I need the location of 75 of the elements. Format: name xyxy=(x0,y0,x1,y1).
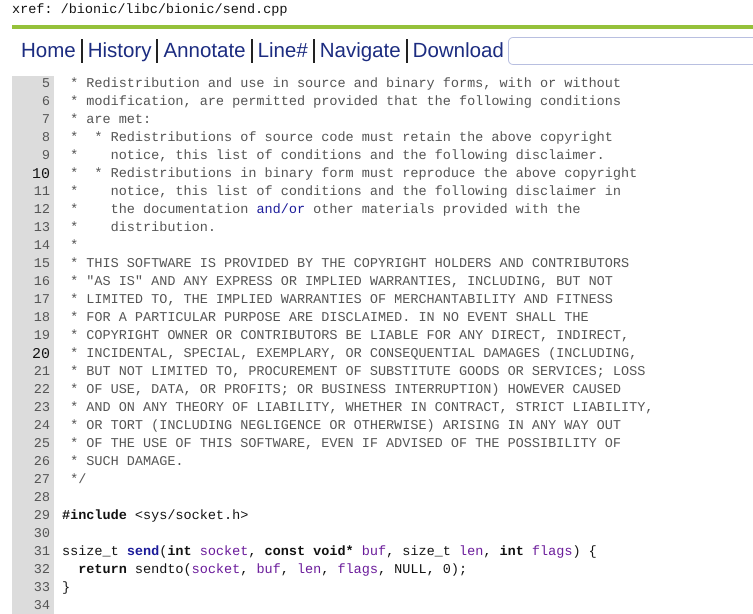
line-number: 10 xyxy=(12,166,54,184)
code-line: * the documentation and/or other materials provided with the xyxy=(69,202,580,220)
identifier-link[interactable]: and/or xyxy=(256,203,306,218)
line-number: 27 xyxy=(12,472,54,490)
function-link[interactable]: send xyxy=(126,545,160,560)
line-number: 7 xyxy=(12,112,54,130)
nav-link[interactable]: Home xyxy=(21,39,76,63)
code-line: * FOR A PARTICULAR PURPOSE ARE DISCLAIMED. IN NO EVENT SHALL THE xyxy=(69,310,589,328)
identifier-link[interactable]: buf xyxy=(256,563,281,578)
code-line: #include <sys/socket.h> xyxy=(61,508,248,526)
line-number: 8 xyxy=(12,130,54,148)
line-number: 32 xyxy=(12,562,54,580)
identifier-link[interactable]: len xyxy=(296,563,322,578)
line-number: 5 xyxy=(12,76,54,94)
line-number: 16 xyxy=(12,274,54,292)
line-number: 28 xyxy=(12,490,54,508)
nav-link[interactable]: Navigate xyxy=(320,39,401,63)
code-line: */ xyxy=(69,472,86,490)
code-line: * * Redistributions in binary form must reproduce the above copyright xyxy=(69,166,638,184)
line-number: 26 xyxy=(12,454,54,472)
code-line: } xyxy=(61,580,70,598)
line-number: 18 xyxy=(12,310,54,328)
nav-link[interactable]: Line# xyxy=(258,39,308,63)
code-line: * xyxy=(69,238,78,256)
code-line: * LIMITED TO, THE IMPLIED WARRANTIES OF MERCHANTABILITY AND FITNESS xyxy=(69,292,613,310)
line-number: 12 xyxy=(12,202,54,220)
code-line: ssize_t send(int socket, const void* buf, size_t len, int flags) { xyxy=(61,544,597,562)
line-number: 24 xyxy=(12,418,54,436)
line-number: 23 xyxy=(12,400,54,418)
code-line: * "AS IS" AND ANY EXPRESS OR IMPLIED WARRANTIES, INCLUDING, BUT NOT xyxy=(69,274,613,292)
code-line: * * Redistributions of source code must retain the above copyright xyxy=(69,130,613,148)
line-number: 31 xyxy=(12,544,54,562)
code-line: * AND ON ANY THEORY OF LIABILITY, WHETHER IN CONTRACT, STRICT LIABILITY, xyxy=(69,400,654,418)
code-line: * SUCH DAMAGE. xyxy=(69,454,184,472)
code-line: * COPYRIGHT OWNER OR CONTRIBUTORS BE LIABLE FOR ANY DIRECT, INDIRECT, xyxy=(69,328,630,346)
line-number: 21 xyxy=(12,364,54,382)
identifier-link[interactable]: socket xyxy=(192,563,240,578)
line-number: 33 xyxy=(12,580,54,598)
identifier-link[interactable]: flags xyxy=(337,563,378,578)
line-number: 25 xyxy=(12,436,54,454)
line-number: 22 xyxy=(12,382,54,400)
line-number: 9 xyxy=(12,148,54,166)
identifier-link[interactable]: buf xyxy=(362,545,386,560)
code-line: * distribution. xyxy=(69,220,216,238)
identifier-link[interactable]: socket xyxy=(200,545,248,560)
nav-link[interactable]: Download xyxy=(412,39,504,63)
code-line: * OF THE USE OF THIS SOFTWARE, EVEN IF ADVISED OF THE POSSIBILITY OF xyxy=(69,436,621,454)
line-number: 17 xyxy=(12,292,54,310)
line-number: 19 xyxy=(12,328,54,346)
search-field[interactable] xyxy=(508,37,753,65)
code-line: * OF USE, DATA, OR PROFITS; OR BUSINESS INTERRUPTION) HOWEVER CAUSED xyxy=(69,382,621,400)
code-line: * notice, this list of conditions and the following disclaimer. xyxy=(69,148,605,166)
line-number: 30 xyxy=(12,526,54,544)
code-line: * notice, this list of conditions and the following disclaimer in xyxy=(69,184,621,202)
line-number: 34 xyxy=(12,598,54,614)
line-number: 6 xyxy=(12,94,54,112)
nav-link[interactable]: History xyxy=(88,39,152,63)
line-number: 11 xyxy=(12,184,54,202)
code-line: * BUT NOT LIMITED TO, PROCUREMENT OF SUBSTITUTE GOODS OR SERVICES; LOSS xyxy=(69,364,646,382)
code-line: * modification, are permitted provided that the following conditions xyxy=(69,94,621,112)
nav-link[interactable]: Annotate xyxy=(163,39,246,63)
code-line: * OR TORT (INCLUDING NEGLIGENCE OR OTHERWISE) ARISING IN ANY WAY OUT xyxy=(69,418,621,436)
code-line: * THIS SOFTWARE IS PROVIDED BY THE COPYRIGHT HOLDERS AND CONTRIBUTORS xyxy=(69,256,630,274)
line-number: 29 xyxy=(12,508,54,526)
file-path-title: xref: /bionic/libc/bionic/send.cpp xyxy=(11,2,288,20)
identifier-link[interactable]: len xyxy=(459,545,484,560)
code-line: return sendto(socket, buf, len, flags, NULL, 0); xyxy=(77,562,468,580)
code-line: * are met: xyxy=(69,112,152,130)
identifier-link[interactable]: flags xyxy=(532,545,572,560)
line-number: 13 xyxy=(12,220,54,238)
line-number: 14 xyxy=(12,238,54,256)
code-line: * Redistribution and use in source and binary forms, with or without xyxy=(69,76,621,94)
code-line: * INCIDENTAL, SPECIAL, EXEMPLARY, OR CONSEQUENTIAL DAMAGES (INCLUDING, xyxy=(69,346,638,364)
line-number: 20 xyxy=(12,346,54,364)
line-number: 15 xyxy=(12,256,54,274)
